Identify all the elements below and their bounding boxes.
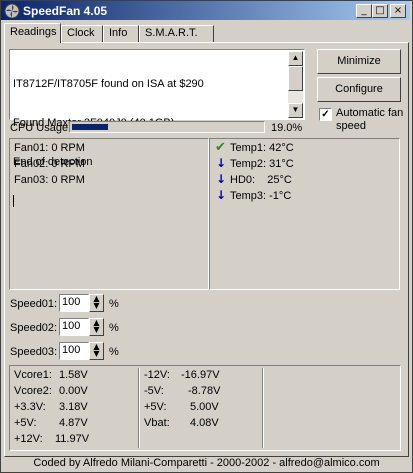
- voltage-name: +3.3V:: [14, 401, 46, 413]
- temp-reading: Temp1: 42°C: [230, 142, 294, 154]
- voltage-value: -16.97V: [181, 369, 220, 381]
- arrow-down-icon: ↓: [216, 156, 227, 170]
- cpu-usage-fill: [72, 124, 108, 130]
- footer-credits: Coded by Alfredo Milani-Comparetti - 200…: [33, 457, 380, 469]
- log-scrollbar[interactable]: ▲ ▼: [288, 51, 303, 118]
- fan-reading: Fan01: 0 RPM: [14, 142, 85, 154]
- voltage-value: 4.87V: [59, 417, 88, 429]
- speed01-unit: %: [109, 298, 119, 310]
- temp-reading: Temp3: -1°C: [230, 190, 292, 202]
- tab-readings[interactable]: Readings: [4, 23, 61, 43]
- voltage-name: Vcore1:: [14, 369, 52, 381]
- spin-down-icon: ▼: [93, 301, 100, 310]
- tab-info[interactable]: Info: [103, 25, 139, 42]
- voltage-name: +5V:: [14, 417, 37, 429]
- voltage-value: 11.97V: [55, 433, 90, 445]
- tab-clock[interactable]: Clock: [61, 25, 103, 42]
- cpu-usage-percent: 19.0%: [271, 122, 303, 134]
- arrow-up-icon: ▲: [291, 53, 300, 62]
- speed01-spinner[interactable]: ▲ ▼: [89, 294, 104, 312]
- voltage-name: -12V:: [144, 369, 170, 381]
- column-divider: [262, 368, 264, 448]
- arrow-down-icon: ↓: [216, 188, 227, 202]
- detection-log[interactable]: IT8712F/IT8705F found on ISA at $290 Fou…: [9, 49, 305, 207]
- close-icon: ×: [393, 5, 403, 16]
- voltage-name: +12V:: [14, 433, 43, 445]
- fan-readings-panel: Fan01: 0 RPM Fan02: 0 RPM Fan03: 0 RPM: [9, 138, 209, 290]
- window-title: SpeedFan 4.05: [23, 4, 108, 18]
- speed01-input[interactable]: 100: [59, 294, 89, 312]
- cpu-usage-label: CPU Usage: [10, 122, 69, 134]
- speed02-label: Speed02:: [10, 322, 58, 334]
- voltage-name: Vcore2:: [14, 385, 52, 397]
- automatic-fan-speed-checkbox[interactable]: ✓: [319, 108, 332, 121]
- close-window-button[interactable]: ×: [390, 4, 406, 18]
- scroll-thumb[interactable]: [288, 66, 303, 91]
- voltage-value: 1.58V: [59, 369, 88, 381]
- voltage-value: 5.00V: [190, 401, 219, 413]
- check-icon: ✔: [215, 140, 226, 155]
- voltage-readings-panel: Vcore1: 1.58V Vcore2: 0.00V +3.3V: 3.18V…: [9, 365, 401, 451]
- scroll-up-button[interactable]: ▲: [288, 51, 303, 66]
- speed03-unit: %: [109, 346, 119, 358]
- tab-smart[interactable]: S.M.A.R.T.: [139, 25, 214, 42]
- voltage-value: 3.18V: [59, 401, 88, 413]
- spin-down-icon: ▼: [93, 325, 100, 334]
- configure-button[interactable]: Configure: [317, 77, 401, 102]
- speed01-label: Speed01:: [10, 298, 58, 310]
- temp-reading: Temp2: 31°C: [230, 158, 294, 170]
- maximize-icon: □: [375, 5, 385, 16]
- voltage-name: +5V:: [144, 401, 167, 413]
- minimize-button[interactable]: Minimize: [317, 49, 401, 74]
- automatic-fan-speed-label: Automatic fan speed: [336, 107, 404, 132]
- fan-reading: Fan02: 0 RPM: [14, 158, 85, 170]
- speed03-label: Speed03:: [10, 346, 58, 358]
- voltage-name: -5V:: [144, 385, 164, 397]
- voltage-name: Vbat:: [144, 417, 170, 429]
- speed03-input[interactable]: 100: [59, 342, 89, 360]
- title-bar[interactable]: SpeedFan 4.05 _ □ ×: [1, 1, 410, 20]
- voltage-value: -8.78V: [188, 385, 221, 397]
- minimize-window-button[interactable]: _: [356, 4, 372, 18]
- cpu-usage-bar: [69, 121, 265, 133]
- speed02-spinner[interactable]: ▲ ▼: [89, 318, 104, 336]
- arrow-down-icon: ▼: [291, 105, 300, 114]
- arrow-down-icon: ↓: [216, 172, 227, 186]
- voltage-value: 0.00V: [59, 385, 88, 397]
- scroll-down-button[interactable]: ▼: [288, 103, 303, 118]
- fan-icon: [4, 3, 20, 19]
- speed02-unit: %: [109, 322, 119, 334]
- spin-down-icon: ▼: [93, 349, 100, 358]
- log-line: IT8712F/IT8705F found on ISA at $290: [13, 78, 204, 90]
- voltage-value: 4.08V: [190, 417, 219, 429]
- column-divider: [138, 368, 140, 448]
- maximize-window-button[interactable]: □: [372, 4, 388, 18]
- temp-reading: HD0: 25°C: [230, 174, 292, 186]
- minimize-icon: _: [361, 5, 367, 16]
- temperature-readings-panel: ✔ Temp1: 42°C ↓ Temp2: 31°C ↓ HD0: 25°C …: [209, 138, 400, 290]
- checkmark-icon: ✓: [321, 109, 330, 120]
- fan-reading: Fan03: 0 RPM: [14, 174, 85, 186]
- speed03-spinner[interactable]: ▲ ▼: [89, 342, 104, 360]
- speed02-input[interactable]: 100: [59, 318, 89, 336]
